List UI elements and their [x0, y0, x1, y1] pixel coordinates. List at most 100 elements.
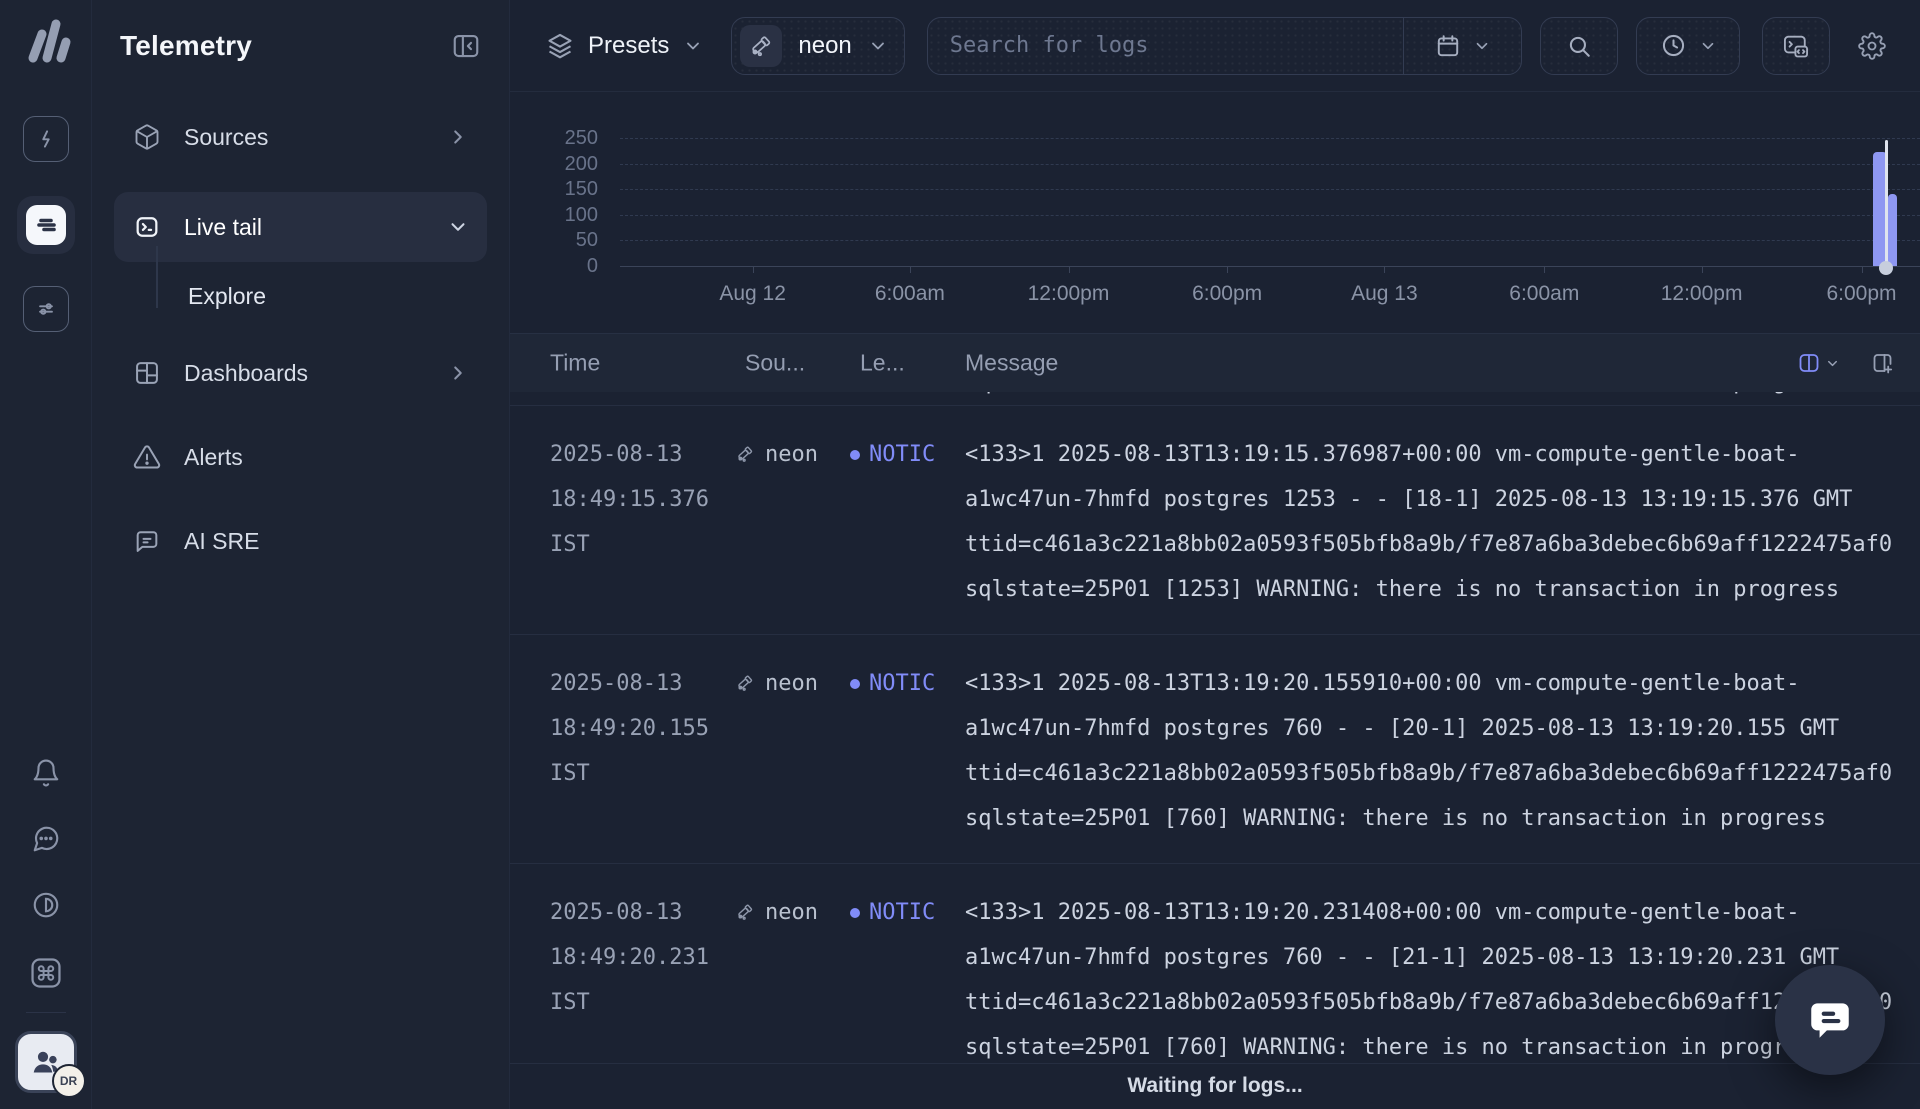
- scope-value: neon: [798, 32, 851, 60]
- presets-button[interactable]: Presets: [536, 32, 713, 60]
- add-column-button[interactable]: [1870, 351, 1894, 375]
- x-axis-tick: [1862, 266, 1863, 273]
- log-row[interactable]: 2025-08-13 18:49:20.231 IST neon NOTIC <…: [510, 863, 1920, 1063]
- x-axis-tick: [910, 266, 911, 273]
- chat-bubble-icon: [1805, 995, 1855, 1045]
- sidebar: Telemetry Sources: [92, 0, 510, 1109]
- gridline: [620, 240, 1920, 241]
- search-input[interactable]: [928, 18, 1403, 74]
- column-header-level[interactable]: Le...: [860, 350, 905, 377]
- x-axis-tick: [1227, 266, 1228, 273]
- log-stream-footer: Waiting for logs...: [510, 1063, 1920, 1109]
- user-avatar[interactable]: DR: [15, 1031, 77, 1093]
- command-shortcuts-icon[interactable]: [29, 956, 63, 990]
- telescope-icon: [735, 673, 755, 693]
- chevron-down-icon: [683, 36, 703, 56]
- chevron-down-icon: [868, 36, 888, 56]
- column-header-message[interactable]: Message: [965, 350, 1058, 377]
- message-square-icon: [132, 526, 162, 556]
- log-message: <133>1 2025-08-13T13:19:20.155910+00:00 …: [965, 661, 1920, 841]
- x-axis-label: 6:00am: [875, 282, 945, 306]
- gridline: [620, 189, 1920, 190]
- sidebar-item-sources[interactable]: Sources: [114, 108, 487, 166]
- log-table-header: Time Sou... Le... Message: [510, 333, 1920, 392]
- live-tail-terminal-icon: [132, 212, 162, 242]
- alert-triangle-icon: [132, 442, 162, 472]
- log-row[interactable]: 2025-08-13 18:49:15.376 IST neon NOTIC <…: [510, 405, 1920, 634]
- gridline: [620, 164, 1920, 165]
- collapse-sidebar-icon[interactable]: [451, 31, 481, 61]
- log-level: NOTIC: [850, 661, 965, 841]
- log-search-bar: [927, 17, 1522, 75]
- layers-icon: [546, 32, 574, 60]
- column-layout-button[interactable]: [1797, 351, 1840, 375]
- chat-fab-button[interactable]: [1775, 965, 1885, 1075]
- chevron-right-icon: [447, 362, 469, 384]
- sidebar-item-ai-sre[interactable]: AI SRE: [114, 512, 487, 570]
- gridline: [620, 138, 1920, 139]
- log-message: <133>1 2025-08-13T13:19:15.376987+00:00 …: [965, 432, 1920, 612]
- y-axis-label: 250: [510, 128, 598, 148]
- x-axis-tick: [1702, 266, 1703, 273]
- log-volume-chart[interactable]: 050100150200250Aug 126:00am12:00pm6:00pm…: [510, 92, 1920, 333]
- column-header-source[interactable]: Sou...: [745, 350, 805, 377]
- log-list[interactable]: sqlstate=25P01 [1253] WARNING: there is …: [510, 392, 1920, 1063]
- time-range-button[interactable]: [1636, 17, 1740, 75]
- controls-rail-button[interactable]: [23, 286, 69, 332]
- log-row-partial[interactable]: sqlstate=25P01 [1253] WARNING: there is …: [510, 392, 1920, 405]
- x-axis-label: 12:00pm: [1661, 282, 1743, 306]
- clock-icon: [1660, 32, 1687, 59]
- chevron-right-icon: [447, 126, 469, 148]
- sidebar-title: Telemetry: [120, 30, 252, 62]
- main-panel: Presets neon: [510, 0, 1920, 1109]
- terminal-code-icon: [1782, 32, 1810, 60]
- x-axis-tick: [1544, 266, 1545, 273]
- sidebar-item-alerts[interactable]: Alerts: [114, 428, 487, 486]
- avatar-initials-badge[interactable]: DR: [52, 1064, 86, 1098]
- log-level: NOTIC: [850, 432, 965, 612]
- cube-icon: [132, 122, 162, 152]
- topbar: Presets neon: [510, 0, 1920, 92]
- chevron-down-icon: [1473, 37, 1491, 55]
- column-header-time[interactable]: Time: [550, 350, 600, 377]
- gridline: [620, 215, 1920, 216]
- x-axis-tick: [753, 266, 754, 273]
- log-source: neon: [735, 432, 850, 612]
- x-axis-label: 6:00am: [1509, 282, 1579, 306]
- level-dot-icon: [850, 679, 860, 689]
- query-console-button[interactable]: [1762, 17, 1830, 75]
- x-axis-label: 6:00pm: [1192, 282, 1262, 306]
- rail-divider: [26, 1012, 66, 1013]
- feedback-chat-icon[interactable]: [31, 824, 61, 854]
- log-time: 2025-08-13 18:49:20.231 IST: [550, 890, 735, 1063]
- contrast-theme-icon[interactable]: [31, 890, 61, 920]
- y-axis-label: 50: [510, 230, 598, 250]
- logs-rail-button[interactable]: [17, 196, 75, 254]
- date-range-picker[interactable]: [1403, 18, 1521, 74]
- log-time: 2025-08-13 18:49:15.376 IST: [550, 432, 735, 612]
- gear-icon: [1858, 32, 1886, 60]
- icon-rail: DR: [0, 0, 92, 1109]
- calendar-icon: [1435, 33, 1461, 59]
- source-scope-selector[interactable]: neon: [731, 17, 904, 75]
- chart-bar: [1888, 194, 1897, 266]
- log-source: neon: [735, 661, 850, 841]
- quickstart-rail-button[interactable]: [23, 116, 69, 162]
- sidebar-item-explore[interactable]: Explore: [114, 270, 487, 322]
- chart-cursor-handle[interactable]: [1879, 261, 1893, 275]
- brand-logo-icon[interactable]: [18, 14, 74, 70]
- telescope-icon: [735, 902, 755, 922]
- log-row[interactable]: 2025-08-13 18:49:20.155 IST neon NOTIC <…: [510, 634, 1920, 863]
- sidebar-item-dashboards[interactable]: Dashboards: [114, 344, 487, 402]
- y-axis-label: 150: [510, 179, 598, 199]
- sliders-icon: [33, 296, 59, 322]
- chart-cursor[interactable]: [1885, 140, 1888, 270]
- sidebar-item-live-tail[interactable]: Live tail: [114, 192, 487, 262]
- level-dot-icon: [850, 450, 860, 460]
- waiting-status: Waiting for logs...: [1127, 1074, 1302, 1098]
- settings-button[interactable]: [1850, 17, 1894, 75]
- search-submit-button[interactable]: [1540, 17, 1618, 75]
- x-axis-tick: [1069, 266, 1070, 273]
- chevron-down-icon: [447, 216, 469, 238]
- bell-icon[interactable]: [31, 758, 61, 788]
